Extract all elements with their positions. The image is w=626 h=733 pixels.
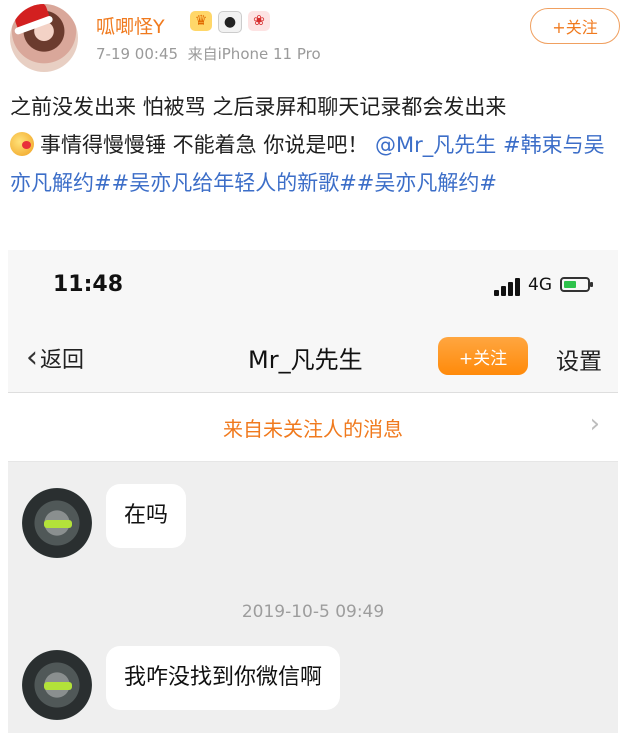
message-bubble: 我咋没找到你微信啊 bbox=[106, 646, 341, 710]
back-button[interactable]: ‹ 返回 bbox=[26, 342, 84, 374]
post-text-line2: 事情得慢慢锤 不能着急 你说是吧！ bbox=[40, 133, 369, 157]
stranger-notice[interactable]: 来自未关注人的消息 › bbox=[8, 393, 618, 462]
nav-follow-button[interactable]: +关注 bbox=[438, 337, 528, 375]
chat-screenshot: 11:48 4G ‹ 返回 Mr_凡先生 +关注 设置 来自未关注人的消息 › … bbox=[8, 250, 618, 733]
user-avatar[interactable] bbox=[10, 4, 78, 72]
user-badges: ♛ ● ❀ bbox=[190, 11, 270, 33]
post-text: 之前没发出来 怕被骂 之后录屏和聊天记录都会发出来 事情得慢慢锤 不能着急 你说… bbox=[10, 88, 622, 202]
sender-avatar[interactable] bbox=[22, 488, 92, 558]
chat-nav-bar: ‹ 返回 Mr_凡先生 +关注 设置 bbox=[8, 320, 618, 393]
heart-face-emoji-icon bbox=[10, 132, 34, 156]
gift-badge-icon: ❀ bbox=[248, 11, 270, 31]
post-source: 来自iPhone 11 Pro bbox=[187, 45, 321, 63]
status-time: 11:48 bbox=[53, 272, 124, 297]
follow-button[interactable]: +关注 bbox=[530, 8, 620, 44]
post-time: 7-19 00:45 bbox=[96, 45, 179, 63]
username[interactable]: 呱唧怪Y bbox=[96, 12, 165, 39]
message-bubble: 在吗 bbox=[106, 484, 187, 548]
signal-icon bbox=[494, 278, 524, 296]
back-label: 返回 bbox=[40, 348, 85, 373]
chevron-left-icon: ‹ bbox=[26, 340, 38, 375]
post-header: 呱唧怪Y ♛ ● ❀ 7-19 00:45 来自iPhone 11 Pro +关… bbox=[0, 0, 626, 72]
post-meta: 7-19 00:45 来自iPhone 11 Pro bbox=[96, 43, 321, 64]
post-text-line1: 之前没发出来 怕被骂 之后录屏和聊天记录都会发出来 bbox=[10, 95, 507, 119]
network-label: 4G bbox=[528, 275, 552, 295]
chat-title: Mr_凡先生 bbox=[248, 346, 363, 374]
message-timestamp: 2019-10-5 09:49 bbox=[241, 602, 385, 622]
notice-text: 来自未关注人的消息 bbox=[223, 417, 403, 441]
sender-avatar[interactable] bbox=[22, 650, 92, 720]
mention-link[interactable]: @Mr_凡先生 bbox=[375, 133, 496, 157]
chevron-right-icon: › bbox=[589, 409, 600, 439]
panda-badge-icon: ● bbox=[218, 11, 242, 33]
chat-area: 在吗 2019-10-5 09:49 我咋没找到你微信啊 bbox=[8, 462, 618, 733]
settings-button[interactable]: 设置 bbox=[556, 342, 602, 376]
status-bar: 11:48 4G bbox=[8, 250, 618, 320]
santa-hat-icon bbox=[11, 4, 51, 32]
crown-badge-icon: ♛ bbox=[190, 11, 212, 31]
battery-icon bbox=[560, 277, 593, 292]
